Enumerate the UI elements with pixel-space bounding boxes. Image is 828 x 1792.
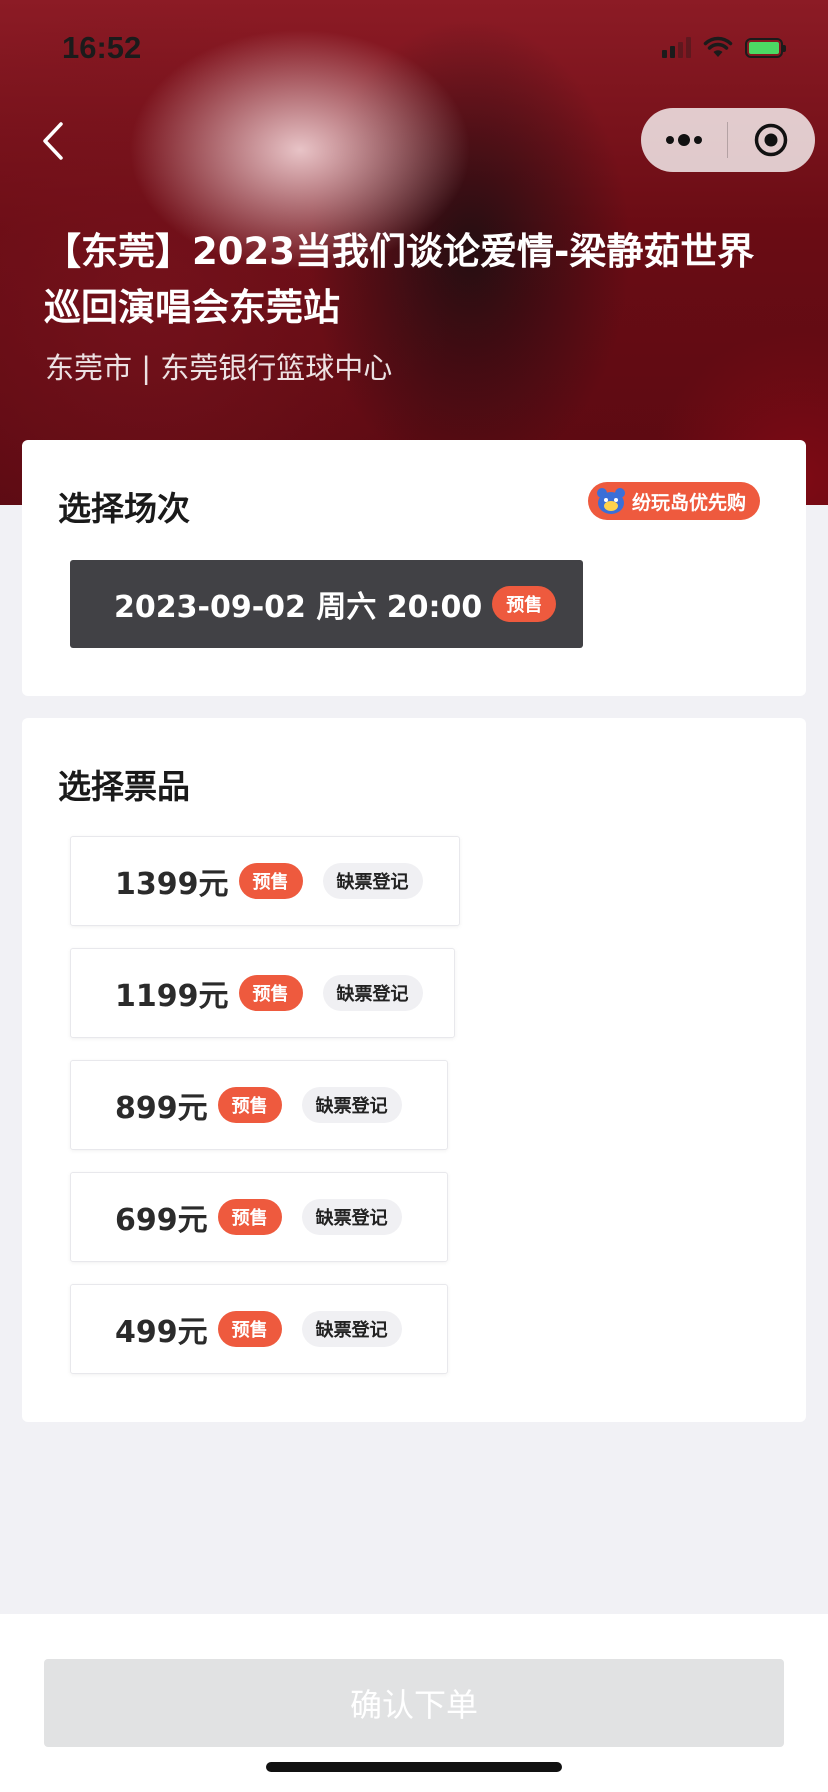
- tickets-card: 选择票品 1399元 预售 缺票登记 1199元 预售 缺票登记 899元 预售…: [22, 718, 806, 1422]
- ticket-price: 899元: [115, 1091, 208, 1126]
- status-time: 16:52: [62, 30, 142, 65]
- bear-icon: [597, 488, 625, 514]
- session-option[interactable]: 2023-09-02 周六 20:00 预售: [70, 560, 583, 648]
- ticket-price: 1199元: [115, 979, 229, 1014]
- presale-badge: 预售: [492, 586, 557, 622]
- more-button[interactable]: [641, 108, 727, 172]
- confirm-order-button[interactable]: 确认下单: [44, 1659, 784, 1747]
- battery-icon: [745, 38, 786, 58]
- signal-icon: [662, 36, 691, 58]
- ticket-price: 699元: [115, 1203, 208, 1238]
- session-card: 选择场次 纷玩岛优先购 2023-09-02 周六 20:00 预售: [22, 440, 806, 696]
- presale-badge: 预售: [238, 975, 303, 1011]
- back-button[interactable]: [36, 118, 70, 164]
- waitlist-button[interactable]: 缺票登记: [301, 1311, 402, 1347]
- ticket-option[interactable]: 699元 预售 缺票登记: [70, 1172, 448, 1262]
- waitlist-button[interactable]: 缺票登记: [301, 1087, 402, 1123]
- promo-tag-label: 纷玩岛优先购: [632, 491, 747, 514]
- session-option-label: 2023-09-02 周六 20:00: [114, 590, 483, 625]
- event-title: 【东莞】2023当我们谈论爱情-梁静茹世界巡回演唱会东莞站: [44, 230, 755, 329]
- waitlist-button[interactable]: 缺票登记: [322, 975, 423, 1011]
- session-section-title: 选择场次: [58, 489, 190, 528]
- home-indicator: [266, 1762, 562, 1772]
- waitlist-button[interactable]: 缺票登记: [322, 863, 423, 899]
- close-target-icon: [754, 123, 788, 157]
- mini-program-capsule: [641, 108, 815, 172]
- event-venue: 东莞市 | 东莞银行篮球中心: [45, 351, 393, 385]
- close-button[interactable]: [728, 108, 814, 172]
- ticket-option[interactable]: 1199元 预售 缺票登记: [70, 948, 455, 1038]
- ticket-option[interactable]: 499元 预售 缺票登记: [70, 1284, 448, 1374]
- presale-badge: 预售: [217, 1199, 282, 1235]
- ticket-option[interactable]: 1399元 预售 缺票登记: [70, 836, 460, 926]
- waitlist-button[interactable]: 缺票登记: [301, 1199, 402, 1235]
- ticket-price: 1399元: [115, 867, 229, 902]
- wifi-icon: [703, 36, 733, 57]
- event-header: 16:52 【东莞】2023当我们谈论爱情-梁静茹世界巡回演唱会东莞站 东莞市 …: [0, 0, 828, 505]
- presale-badge: 预售: [217, 1087, 282, 1123]
- ticket-option[interactable]: 899元 预售 缺票登记: [70, 1060, 448, 1150]
- more-dots-icon: [666, 134, 702, 146]
- tickets-section-title: 选择票品: [58, 767, 190, 806]
- ticket-price: 499元: [115, 1315, 208, 1350]
- promo-tag[interactable]: 纷玩岛优先购: [588, 482, 761, 520]
- presale-badge: 预售: [217, 1311, 282, 1347]
- presale-badge: 预售: [238, 863, 303, 899]
- back-arrow-icon: [43, 122, 63, 160]
- status-icons: [662, 36, 786, 58]
